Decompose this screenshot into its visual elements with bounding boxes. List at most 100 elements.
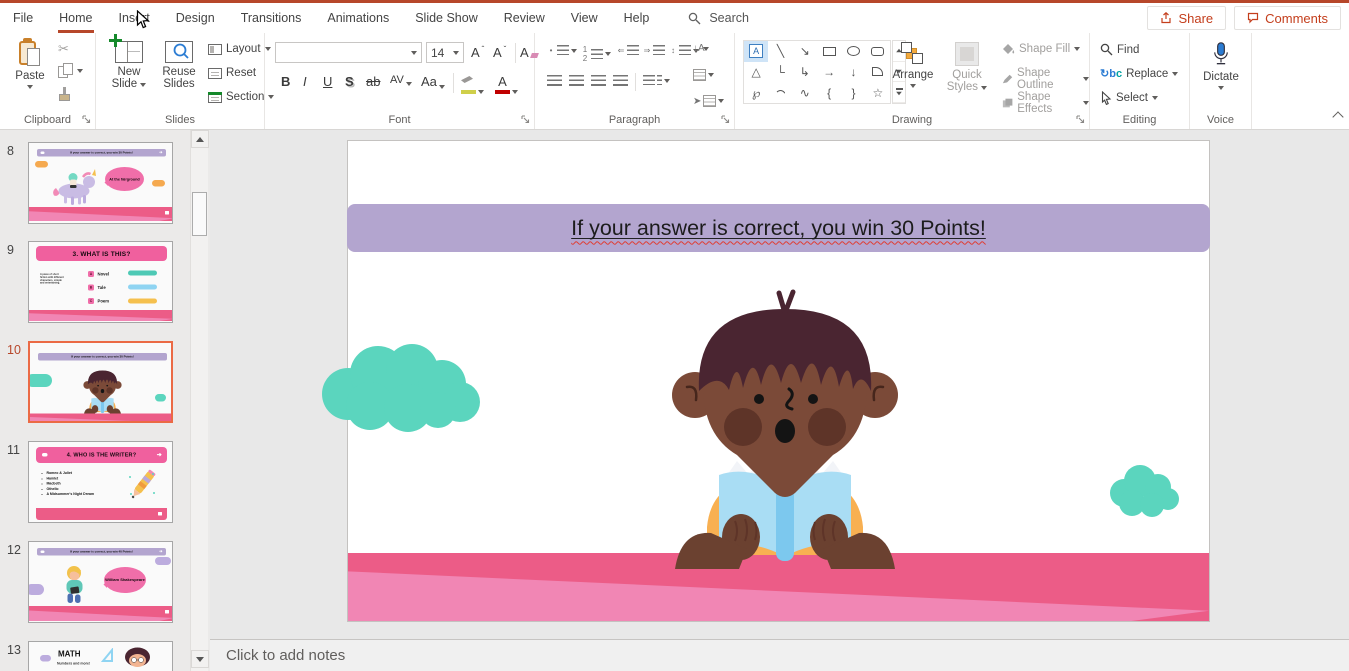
menu-slideshow[interactable]: Slide Show [402,3,491,33]
align-right-button[interactable] [591,75,606,86]
menu-review[interactable]: Review [491,3,558,33]
search-box[interactable]: Search [688,11,749,25]
new-slide-label: NewSlide [112,66,147,90]
align-left-button[interactable] [547,75,562,86]
paste-clipboard-icon [19,40,41,67]
decrease-font-size-button[interactable]: Aˇ [493,45,506,60]
thumbnail-scrollbar[interactable] [190,130,208,671]
justify-button[interactable] [613,75,628,86]
shape-outline-button[interactable]: Shape Outline [1002,67,1089,91]
shape-cell-elbow-arrow[interactable]: ↳ [793,62,817,83]
clipboard-dialog-launcher-icon[interactable] [82,115,91,124]
paragraph-dialog-launcher-icon[interactable] [721,115,730,124]
shape-effects-button[interactable]: Shape Effects [1002,91,1089,115]
menu-home[interactable]: Home [46,3,105,33]
increase-font-size-button[interactable]: Aˆ [471,45,484,60]
character-spacing-button[interactable]: AV [390,74,412,86]
shape-cell-right-arrow[interactable]: → [817,62,841,83]
text-direction-button[interactable]: ↓A [693,43,709,54]
comments-button[interactable]: Comments [1234,6,1341,30]
arrange-button[interactable]: Arrange [886,42,940,88]
menu-help[interactable]: Help [611,3,663,33]
find-button[interactable]: Find [1100,43,1139,56]
paste-button[interactable]: Paste [8,40,52,89]
replace-button[interactable]: ↻bc Replace [1100,67,1178,80]
cloud-shape [155,557,171,565]
teal-cloud-left[interactable] [312,336,484,433]
font-name-combobox[interactable] [275,42,422,63]
cut-button[interactable]: ✂ [58,41,69,57]
shape-cell-rectangle[interactable] [817,41,841,62]
convert-smartart-button[interactable]: ➤ [693,95,724,107]
strikethrough-button[interactable]: ab [366,74,380,89]
shape-cell-triangle[interactable]: △ [744,62,768,83]
shape-cell-arc[interactable] [768,82,792,103]
reset-button[interactable]: Reset [208,67,256,79]
underline-button[interactable]: U [323,74,332,89]
shape-cell-textbox[interactable]: A [744,41,768,62]
teal-cloud-right[interactable] [1102,455,1182,518]
layout-button[interactable]: Layout [208,43,271,55]
menu-insert[interactable]: Insert [106,3,163,33]
new-slide-button[interactable]: NewSlide [106,41,152,90]
change-case-button[interactable]: Aa [421,74,445,89]
section-icon [208,92,222,103]
font-size-combobox[interactable]: 14 [426,42,464,63]
collapse-ribbon-icon[interactable] [1332,111,1343,122]
shape-cell-right-brace[interactable]: } [841,82,865,103]
select-button[interactable]: Select [1100,91,1158,105]
slide-thumbnail-11[interactable]: 4. WHO IS THE WRITER?➔ Romeo & Juliet Ha… [28,441,173,523]
cloud-icon [41,152,45,155]
highlight-color-button[interactable] [461,74,484,94]
slide-thumbnail-8[interactable]: If your answer is correct, you win 30 Po… [28,142,173,224]
shape-cell-oval[interactable] [841,41,865,62]
shape-cell-line[interactable]: ╲ [768,41,792,62]
scroll-down-button[interactable] [191,650,209,668]
copy-button[interactable] [58,63,83,78]
menu-design[interactable]: Design [163,3,228,33]
drawing-dialog-launcher-icon[interactable] [1076,115,1085,124]
font-dialog-launcher-icon[interactable] [521,115,530,124]
slide-title-text[interactable]: If your answer is correct, you win 30 Po… [571,216,986,241]
shape-cell-left-brace[interactable]: { [817,82,841,103]
shape-cell-down-arrow[interactable]: ↓ [841,62,865,83]
format-painter-button[interactable] [58,87,72,102]
shape-cell-elbow-connector[interactable]: └ [768,62,792,83]
align-center-button[interactable] [569,75,584,86]
italic-button[interactable]: I [303,74,307,89]
shape-fill-button[interactable]: Shape Fill [1002,43,1080,55]
scroll-up-button[interactable] [191,130,209,148]
slide-thumbnail-9[interactable]: 3. WHAT IS THIS? A piece of short fictio… [28,241,173,323]
copy-caret-icon [77,69,83,73]
bullets-button[interactable]: • [547,45,577,56]
boy-reading-illustration[interactable] [655,289,915,569]
share-button[interactable]: Share [1147,6,1226,30]
decrease-indent-button[interactable]: ⇐ [617,45,639,56]
slide-title-banner[interactable]: If your answer is correct, you win 30 Po… [347,204,1210,252]
quick-styles-button[interactable]: QuickStyles [940,42,994,93]
columns-button[interactable] [643,75,670,86]
shape-effects-icon [1002,97,1013,109]
menu-file[interactable]: File [0,3,46,33]
notes-panel[interactable]: Click to add notes [210,639,1349,671]
slide-thumbnail-10-selected[interactable]: If your answer is correct, you win 30 Po… [28,341,173,423]
font-color-button[interactable]: A [495,74,518,94]
menu-animations[interactable]: Animations [314,3,402,33]
slide-thumbnail-13[interactable]: MATH Numbers and more! [28,641,173,671]
increase-indent-button[interactable]: ⇒ [643,45,665,56]
numbering-button[interactable]: 12 [581,45,611,63]
search-label: Search [709,11,749,25]
text-shadow-button[interactable]: S [345,74,354,89]
menu-view[interactable]: View [558,3,611,33]
shape-cell-scribble[interactable]: ℘ [744,82,768,103]
shape-cell-line-arrow[interactable]: ↘ [793,41,817,62]
bold-button[interactable]: B [281,74,290,89]
clipboard-group-label: Clipboard [0,114,95,126]
align-text-button[interactable] [693,69,714,81]
shape-cell-curve[interactable]: ∿ [793,82,817,103]
scrollbar-thumb[interactable] [192,192,207,236]
menu-transitions[interactable]: Transitions [228,3,315,33]
dictate-button[interactable]: Dictate [1197,41,1245,90]
slide-thumbnail-12[interactable]: If your answer is correct, you win 40 Po… [28,541,173,623]
reuse-slides-button[interactable]: ReuseSlides [156,41,202,90]
